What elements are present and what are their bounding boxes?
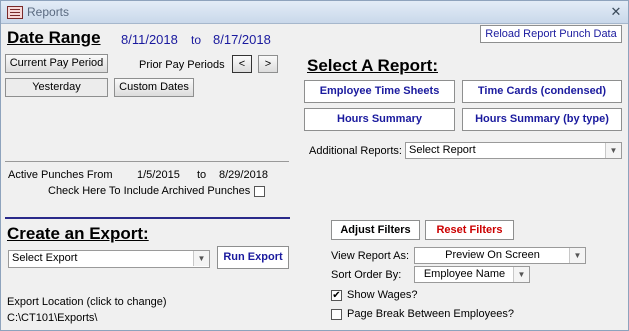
- sort-order-by-label: Sort Order By:: [331, 269, 402, 281]
- prior-pay-periods-label: Prior Pay Periods: [139, 59, 225, 71]
- sort-order-by-select[interactable]: Employee Name ▼: [414, 266, 530, 283]
- show-wages-checkbox[interactable]: ✔: [331, 290, 342, 301]
- yesterday-button[interactable]: Yesterday: [5, 78, 108, 97]
- chevron-down-icon[interactable]: ▼: [513, 267, 529, 282]
- view-report-as-select[interactable]: Preview On Screen ▼: [414, 247, 586, 264]
- hours-summary-by-type-button[interactable]: Hours Summary (by type): [462, 108, 622, 131]
- view-report-as-value: Preview On Screen: [445, 249, 540, 261]
- adjust-filters-button[interactable]: Adjust Filters: [331, 220, 420, 240]
- archived-punches-label: Check Here To Include Archived Punches: [48, 185, 251, 197]
- page-break-label: Page Break Between Employees?: [347, 308, 514, 320]
- export-location-label[interactable]: Export Location (click to change): [7, 296, 167, 308]
- window-title: Reports: [27, 5, 70, 19]
- time-cards-condensed-button[interactable]: Time Cards (condensed): [462, 80, 622, 103]
- reports-window: Reports ✕ Date Range 8/11/2018 to 8/17/2…: [0, 0, 629, 331]
- export-select[interactable]: Select Export ▼: [8, 250, 210, 268]
- employee-time-sheets-button[interactable]: Employee Time Sheets: [304, 80, 455, 103]
- active-punches-label: Active Punches From: [8, 169, 113, 181]
- view-report-as-label: View Report As:: [331, 250, 410, 262]
- archived-punches-checkbox[interactable]: [254, 186, 265, 197]
- active-to-label: to: [197, 169, 207, 181]
- show-wages-label: Show Wages?: [347, 289, 418, 301]
- form-icon: [7, 6, 23, 19]
- page-break-checkbox[interactable]: [331, 309, 342, 320]
- additional-reports-select[interactable]: Select Report ▼: [405, 142, 622, 159]
- create-export-heading: Create an Export:: [7, 224, 149, 243]
- prior-period-back-button[interactable]: <: [232, 55, 252, 73]
- chevron-down-icon[interactable]: ▼: [193, 251, 209, 266]
- start-date[interactable]: 8/11/2018: [121, 32, 178, 47]
- hours-summary-button[interactable]: Hours Summary: [304, 108, 455, 131]
- separator: [5, 161, 289, 162]
- export-divider: [5, 217, 290, 219]
- title-bar: Reports ✕: [1, 1, 628, 24]
- sort-order-by-value: Employee Name: [423, 268, 506, 280]
- export-location-path[interactable]: C:\CT101\Exports\: [7, 312, 97, 324]
- current-pay-period-button[interactable]: Current Pay Period: [5, 54, 108, 73]
- custom-dates-button[interactable]: Custom Dates: [114, 78, 194, 97]
- chevron-down-icon[interactable]: ▼: [569, 248, 585, 263]
- prior-period-forward-button[interactable]: >: [258, 55, 278, 73]
- close-icon[interactable]: ✕: [608, 4, 624, 20]
- active-to-date: 8/29/2018: [219, 169, 268, 181]
- to-label: to: [191, 33, 202, 47]
- select-report-heading: Select A Report:: [307, 56, 438, 75]
- date-range-heading: Date Range: [7, 28, 101, 47]
- reload-report-punch-data-button[interactable]: Reload Report Punch Data: [480, 25, 622, 43]
- chevron-down-icon[interactable]: ▼: [605, 143, 621, 158]
- export-select-value: Select Export: [12, 252, 78, 264]
- reset-filters-button[interactable]: Reset Filters: [425, 220, 514, 240]
- run-export-button[interactable]: Run Export: [217, 246, 289, 269]
- additional-reports-value: Select Report: [409, 144, 476, 156]
- active-from-date: 1/5/2015: [137, 169, 180, 181]
- additional-reports-label: Additional Reports:: [309, 145, 402, 157]
- end-date[interactable]: 8/17/2018: [213, 32, 271, 47]
